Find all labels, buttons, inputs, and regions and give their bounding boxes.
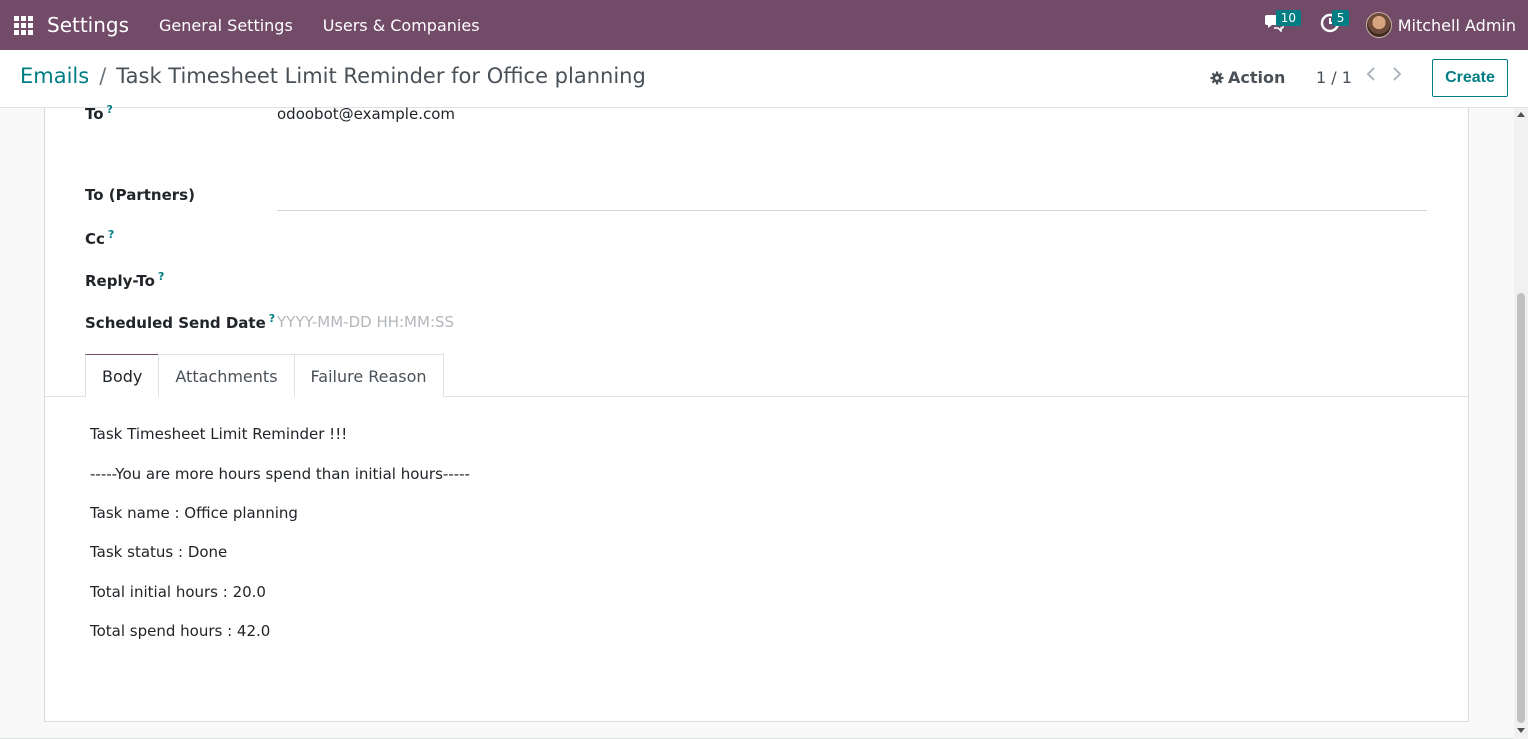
scroll-down-arrow-icon[interactable] <box>1517 728 1525 733</box>
to-partners-field[interactable] <box>277 210 1427 211</box>
action-label: Action <box>1228 68 1286 87</box>
tab-body[interactable]: Body <box>85 354 160 397</box>
activities-count-badge: 5 <box>1331 10 1350 26</box>
avatar <box>1365 12 1392 38</box>
action-menu-button[interactable]: Action <box>1210 68 1285 87</box>
breadcrumb-separator: / <box>99 64 107 88</box>
breadcrumb: Emails / Task Timesheet Limit Reminder f… <box>20 64 646 88</box>
control-panel: Emails / Task Timesheet Limit Reminder f… <box>0 50 1528 108</box>
body-line: Total initial hours : 20.0 <box>90 583 266 601</box>
body-line: Task Timesheet Limit Reminder !!! <box>90 425 348 443</box>
scheduled-send-date-input[interactable]: YYYY-MM-DD HH:MM:SS <box>277 313 454 331</box>
pager-next-button[interactable] <box>1388 66 1406 86</box>
body-line: Task name : Office planning <box>90 504 298 522</box>
top-navbar: Settings General Settings Users & Compan… <box>0 0 1528 50</box>
pager-value[interactable]: 1 / 1 <box>1316 68 1352 87</box>
reply-to-label: Reply-To? <box>85 270 165 290</box>
app-title[interactable]: Settings <box>47 13 129 37</box>
menu-general-settings[interactable]: General Settings <box>159 16 293 35</box>
menu-users-companies[interactable]: Users & Companies <box>323 16 480 35</box>
notebook-tabs: Body Attachments Failure Reason <box>85 354 444 397</box>
body-line: Task status : Done <box>90 543 228 561</box>
reply-to-help-icon[interactable]: ? <box>158 270 164 283</box>
tab-failure-reason[interactable]: Failure Reason <box>293 354 444 397</box>
to-help-icon[interactable]: ? <box>107 103 113 116</box>
page-title: Task Timesheet Limit Reminder for Office… <box>116 64 646 88</box>
user-name: Mitchell Admin <box>1397 15 1516 35</box>
cc-label: Cc? <box>85 228 115 248</box>
vertical-scrollbar[interactable] <box>1514 108 1528 739</box>
scheduled-send-date-label: Scheduled Send Date? <box>85 312 276 332</box>
body-line: Total spend hours : 42.0 <box>90 622 271 640</box>
apps-menu-icon[interactable] <box>0 0 46 50</box>
breadcrumb-emails-link[interactable]: Emails <box>20 64 89 88</box>
body-line: -----You are more hours spend than initi… <box>90 465 470 483</box>
activities-button[interactable]: 5 <box>1310 0 1350 50</box>
scroll-up-arrow-icon[interactable] <box>1517 112 1525 117</box>
to-label: To? <box>85 103 113 123</box>
scheduled-help-icon[interactable]: ? <box>269 312 275 325</box>
user-menu[interactable]: Mitchell Admin <box>1365 12 1516 38</box>
pager-previous-button[interactable] <box>1362 66 1380 86</box>
scrollbar-thumb[interactable] <box>1517 293 1525 723</box>
messages-button[interactable]: 10 <box>1254 0 1301 50</box>
to-value[interactable]: odoobot@example.com <box>277 105 455 123</box>
messages-count-badge: 10 <box>1275 10 1301 26</box>
cc-help-icon[interactable]: ? <box>108 228 114 241</box>
gear-icon <box>1210 71 1224 85</box>
tab-attachments[interactable]: Attachments <box>158 354 295 397</box>
chevron-right-icon <box>1392 67 1402 85</box>
to-partners-label: To (Partners) <box>85 186 195 204</box>
chevron-left-icon <box>1366 67 1376 85</box>
create-button[interactable]: Create <box>1432 59 1508 97</box>
